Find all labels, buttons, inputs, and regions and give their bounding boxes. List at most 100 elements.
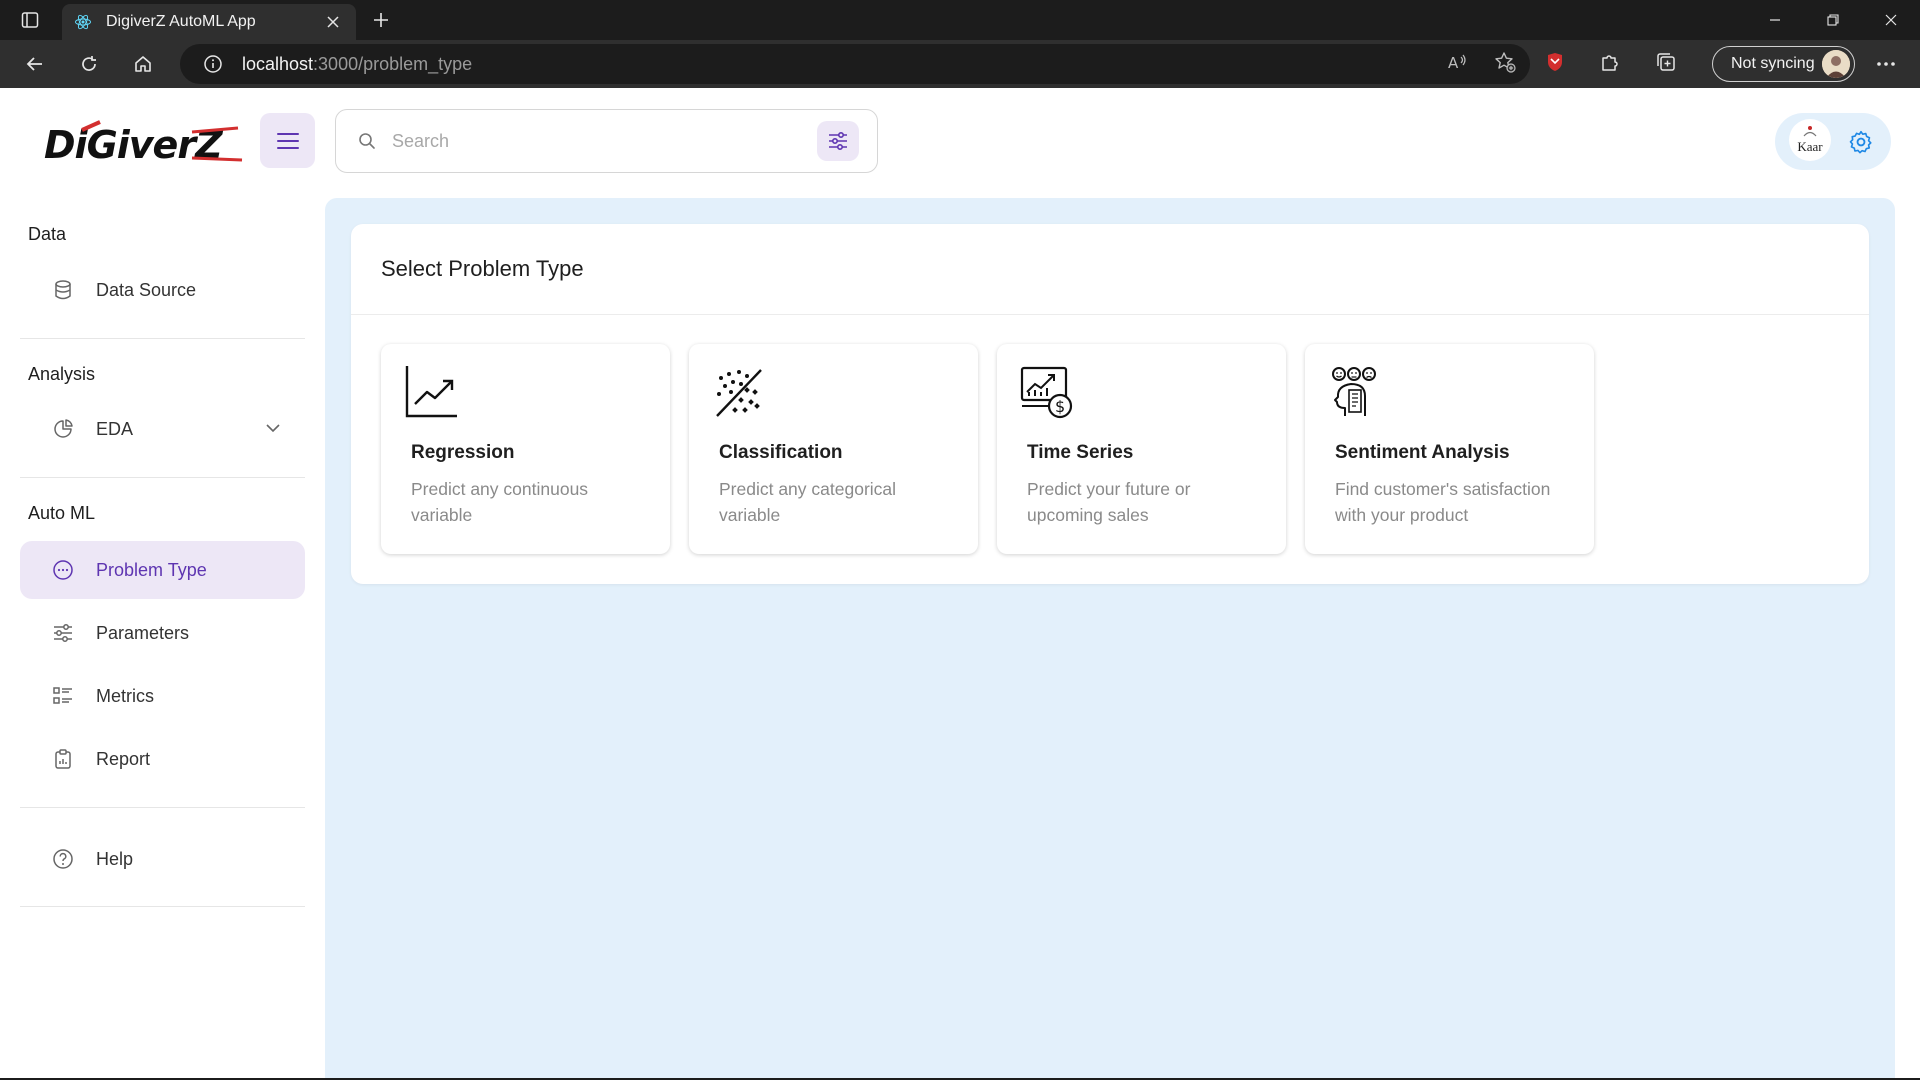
- sidebar-item-parameters[interactable]: Parameters: [20, 604, 305, 662]
- address-bar[interactable]: localhost:3000/problem_type A: [180, 44, 1530, 84]
- section-title-analysis: Analysis: [28, 364, 96, 384]
- sync-status-label: Not syncing: [1731, 55, 1815, 72]
- problem-type-sentiment-analysis[interactable]: Sentiment Analysis Find customer's satis…: [1305, 344, 1594, 554]
- problem-type-description: Predict your future or upcoming sales: [1027, 479, 1191, 525]
- close-tab-icon[interactable]: [322, 11, 344, 33]
- profile-sync-button[interactable]: Not syncing: [1712, 46, 1855, 82]
- window-controls: [1746, 0, 1920, 40]
- tab-title: DigiverZ AutoML App: [106, 13, 256, 30]
- section-title-auto-ml: Auto ML: [28, 503, 96, 523]
- problem-type-classification[interactable]: Classification Predict any categorical v…: [689, 344, 978, 554]
- sidebar-item-help[interactable]: Help: [20, 830, 305, 888]
- close-icon: [1885, 14, 1897, 26]
- problem-type-description: Predict any categorical variable: [719, 479, 897, 525]
- digiverz-logo[interactable]: DiGiverZ: [42, 118, 252, 168]
- problem-type-title: Regression: [411, 442, 515, 463]
- tab-actions-icon: [21, 12, 39, 28]
- close-window-button[interactable]: [1862, 0, 1920, 40]
- svg-text:A: A: [1448, 54, 1459, 72]
- toolbar-extensions: [1545, 44, 1677, 84]
- svg-text:$: $: [1055, 397, 1065, 416]
- problem-type-card: Select Problem Type Regression Predict a…: [351, 224, 1869, 584]
- react-icon: [74, 13, 92, 31]
- sidebar-item-label: Report: [96, 748, 151, 769]
- shield-extension-icon[interactable]: [1545, 52, 1565, 77]
- arrow-left-icon: [26, 57, 42, 71]
- gear-icon: [1849, 130, 1872, 154]
- head-emotions-icon: [1327, 364, 1383, 420]
- sidebar-item-report[interactable]: Report: [20, 730, 305, 788]
- plus-icon: [374, 13, 388, 27]
- sidebar-divider: [20, 906, 305, 907]
- sidebar-item-eda[interactable]: EDA: [20, 400, 305, 458]
- sidebar-item-label: Parameters: [96, 622, 190, 643]
- problem-type-description: Predict any continuous variable: [411, 479, 589, 525]
- list-icon: [50, 683, 76, 709]
- search-icon: [356, 130, 378, 152]
- problem-type-time-series[interactable]: $ Time Series Predict your future or upc…: [997, 344, 1286, 554]
- settings-button[interactable]: [1845, 126, 1877, 158]
- section-title-data: Data: [28, 224, 67, 244]
- more-dots-icon: [1877, 62, 1895, 66]
- search-box: [335, 109, 878, 173]
- problem-type-title: Sentiment Analysis: [1335, 442, 1510, 463]
- browser-tab-bar: DigiverZ AutoML App: [0, 0, 1920, 40]
- home-icon: [135, 56, 151, 72]
- collections-icon[interactable]: [1655, 51, 1677, 78]
- sidebar-item-label: Data Source: [96, 279, 197, 300]
- sidebar-item-label: EDA: [96, 418, 134, 439]
- sidebar: Data Data Source Analysis EDA Auto ML Pr…: [0, 198, 325, 1078]
- sidebar-item-label: Metrics: [96, 685, 154, 706]
- sidebar-item-label: Problem Type: [96, 559, 207, 580]
- kaar-avatar[interactable]: Kaar: [1789, 119, 1831, 161]
- url-host: localhost: [242, 53, 314, 74]
- refresh-icon: [82, 56, 96, 71]
- search-input[interactable]: [392, 130, 792, 152]
- favorite-star-icon[interactable]: [1494, 51, 1516, 78]
- sliders-icon: [829, 132, 847, 150]
- back-button[interactable]: [15, 44, 55, 84]
- restore-icon: [1827, 14, 1839, 26]
- search-filter-button[interactable]: [817, 121, 859, 161]
- sidebar-divider: [20, 477, 305, 478]
- sidebar-item-data-source[interactable]: Data Source: [20, 261, 305, 319]
- scatter-dots-icon: [711, 364, 767, 420]
- site-info-icon[interactable]: [202, 53, 224, 75]
- refresh-button[interactable]: [69, 44, 109, 84]
- sidebar-divider: [20, 807, 305, 808]
- user-avatar: [1822, 50, 1850, 78]
- extensions-puzzle-icon[interactable]: [1599, 51, 1621, 78]
- profile-text: Kaar: [1797, 139, 1823, 154]
- problem-type-regression[interactable]: Regression Predict any continuous variab…: [381, 344, 670, 554]
- app-header: DiGiverZ Kaar: [0, 88, 1920, 198]
- page-title: Select Problem Type: [381, 256, 584, 281]
- minimize-button[interactable]: [1746, 0, 1804, 40]
- problem-type-title: Time Series: [1027, 442, 1134, 463]
- tab-actions-button[interactable]: [0, 0, 60, 40]
- sidebar-item-problem-type[interactable]: Problem Type: [20, 541, 305, 599]
- sliders-icon: [50, 620, 76, 646]
- card-divider: [351, 314, 1869, 315]
- read-aloud-icon[interactable]: A: [1446, 51, 1468, 78]
- problem-type-description: Find customer's satisfaction with your p…: [1335, 479, 1551, 525]
- browser-toolbar: localhost:3000/problem_type A Not syncin…: [0, 40, 1920, 88]
- chevron-down-icon[interactable]: [263, 418, 283, 438]
- kaar-logo-icon: [1803, 126, 1817, 137]
- address-bar-actions: A: [1446, 44, 1516, 84]
- profile-pill: Kaar: [1775, 113, 1891, 170]
- dots-circle-icon: [50, 557, 76, 583]
- sidebar-item-metrics[interactable]: Metrics: [20, 667, 305, 725]
- home-button[interactable]: [123, 44, 163, 84]
- problem-type-title: Classification: [719, 442, 843, 463]
- restore-button[interactable]: [1804, 0, 1862, 40]
- new-tab-button[interactable]: [368, 7, 394, 33]
- browser-menu-button[interactable]: [1870, 48, 1902, 80]
- main-content: Select Problem Type Regression Predict a…: [325, 198, 1895, 1080]
- hamburger-icon: [276, 132, 299, 149]
- sidebar-item-label: Help: [96, 848, 134, 869]
- browser-tab[interactable]: DigiverZ AutoML App: [62, 4, 356, 40]
- menu-toggle-button[interactable]: [260, 113, 315, 168]
- help-circle-icon: [50, 846, 76, 872]
- database-icon: [50, 277, 76, 303]
- svg-text:DiGiverZ: DiGiverZ: [44, 123, 224, 167]
